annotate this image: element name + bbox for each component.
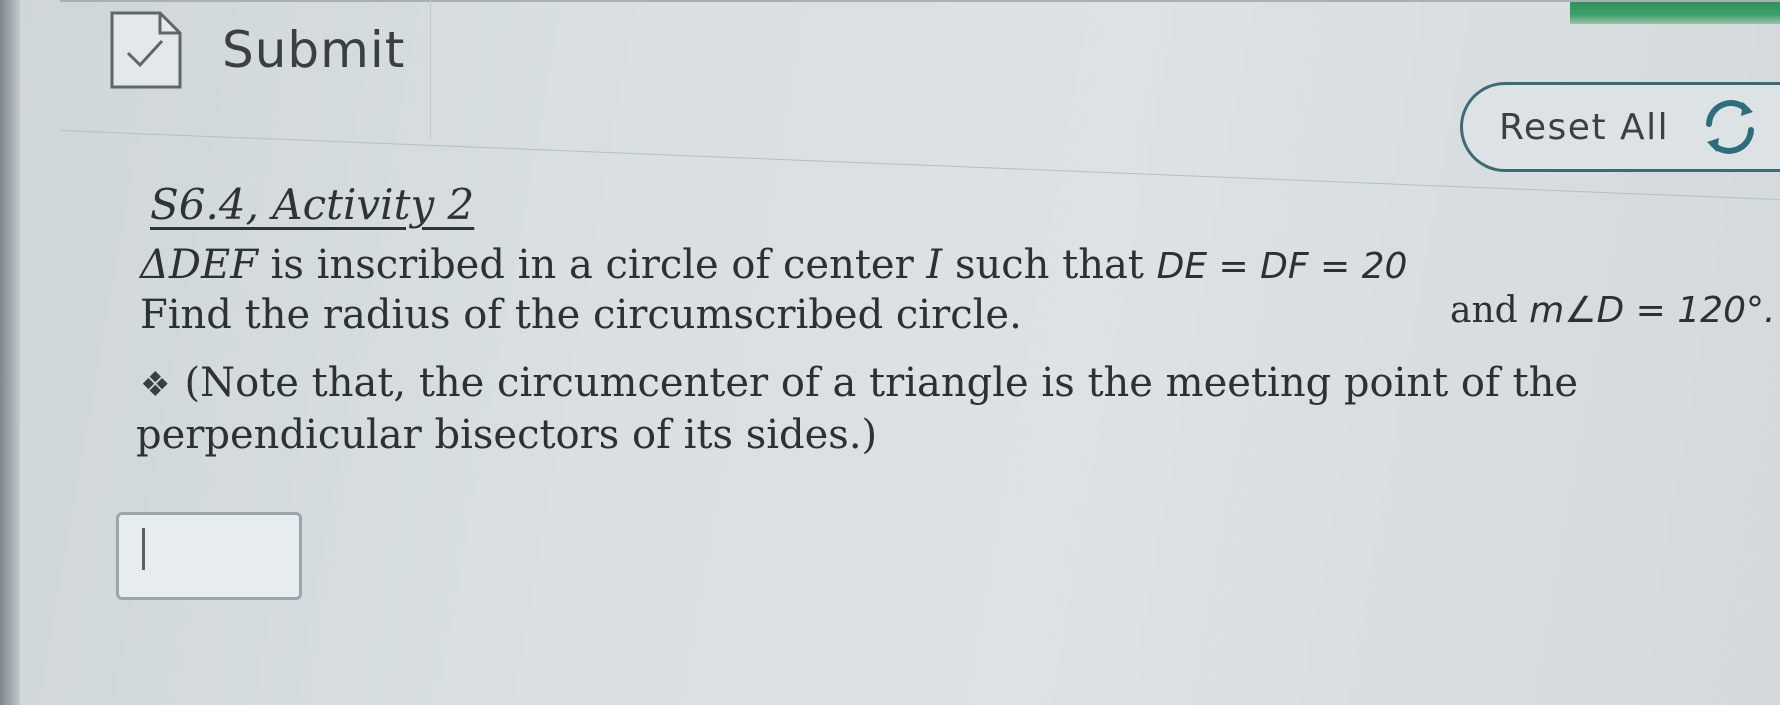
side-condition: DE = DF = 20	[1156, 246, 1408, 287]
toolbar-separator	[430, 0, 431, 140]
circle-center: I	[926, 242, 943, 288]
angle-and: and	[1450, 290, 1530, 331]
problem-line-2: Find the radius of the circumscribed cir…	[140, 292, 1022, 338]
diamond-bullet-icon: ❖	[140, 365, 171, 405]
triangle-name: ΔDEF	[140, 242, 258, 288]
text-cursor	[142, 528, 145, 570]
note-line-1: ❖ (Note that, the circumcenter of a trian…	[140, 360, 1578, 406]
top-divider	[60, 0, 1780, 6]
screen-left-edge	[0, 0, 20, 705]
problem-line-1: ΔDEF is inscribed in a circle of center …	[140, 242, 1407, 288]
refresh-icon	[1699, 96, 1761, 158]
note-text-2: perpendicular bisectors of its sides.)	[136, 412, 878, 458]
problem-text-1: is inscribed in a circle of center	[257, 242, 927, 288]
problem-question: Find the radius of the circumscribed cir…	[140, 292, 1022, 338]
reset-all-button[interactable]: Reset All	[1460, 82, 1780, 172]
activity-title: S6.4, Activity 2	[150, 180, 475, 229]
submit-label: Submit	[222, 21, 406, 79]
angle-condition-line: and m∠D = 120°.	[1450, 290, 1775, 331]
reset-all-label: Reset All	[1499, 106, 1670, 148]
submit-button[interactable]: Submit	[108, 8, 405, 92]
document-check-icon	[108, 9, 184, 91]
problem-text-2: such that	[942, 242, 1157, 288]
angle-condition: m∠D = 120°.	[1529, 290, 1776, 331]
note-text-1: (Note that, the circumcenter of a triang…	[184, 360, 1579, 406]
note-line-2: perpendicular bisectors of its sides.)	[136, 412, 877, 458]
